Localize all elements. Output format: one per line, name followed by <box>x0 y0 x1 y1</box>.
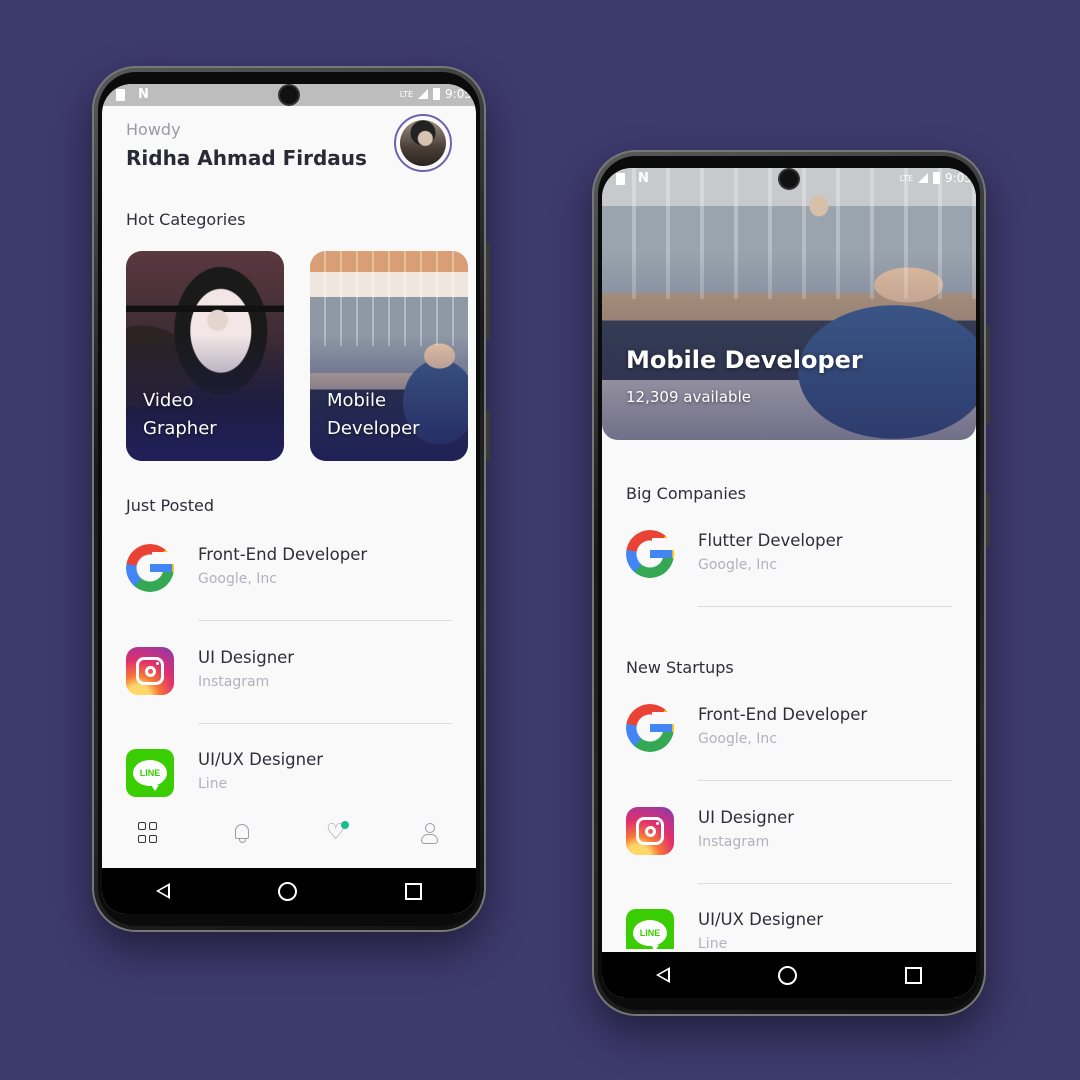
grid-icon[interactable] <box>137 822 160 844</box>
new-startups-title: New Startups <box>626 658 734 677</box>
n-icon: N <box>138 87 149 102</box>
android-navbar <box>602 952 976 998</box>
back-icon[interactable] <box>156 883 170 899</box>
detail-screen: Mobile Developer 12,309 available N LTE … <box>602 168 976 998</box>
phone-home: N LTE 9:05 Howdy Ridha Ahmad Firdaus Hot… <box>92 66 490 932</box>
notification-dot <box>340 821 349 829</box>
category-label: Video Grapher <box>143 390 217 440</box>
category-label: Mobile Developer <box>327 390 420 440</box>
job-title: UI Designer <box>698 808 795 827</box>
battery-icon <box>433 88 441 100</box>
job-title: Flutter Developer <box>698 531 843 550</box>
lte-label: LTE <box>899 173 914 183</box>
google-logo-icon <box>126 544 174 592</box>
divider <box>698 883 952 884</box>
avatar-button[interactable] <box>394 114 452 172</box>
job-company: Instagram <box>198 674 270 690</box>
divider <box>198 723 452 724</box>
hero-image: Mobile Developer 12,309 available <box>602 168 976 440</box>
job-title: Front-End Developer <box>698 705 868 724</box>
category-card-mobile-developer[interactable]: Mobile Developer <box>310 251 468 461</box>
list-item-job[interactable]: UI Designer Instagram <box>126 647 452 749</box>
power-button <box>486 410 490 462</box>
signal-icon <box>418 89 429 99</box>
battery-icon <box>933 172 941 184</box>
line-logo-text: LINE <box>133 760 167 791</box>
google-logo-icon <box>626 530 674 578</box>
list-item-job[interactable]: Front-End Developer Google, Inc <box>626 704 952 806</box>
line-logo-icon: LINE <box>126 749 174 797</box>
line-logo-text: LINE <box>633 920 667 949</box>
signal-icon <box>918 173 929 183</box>
bottom-tab-bar: ♡ <box>102 804 476 868</box>
hero-available-count: 12,309 available <box>626 388 751 406</box>
volume-button <box>986 326 990 424</box>
google-logo-icon <box>626 704 674 752</box>
power-button <box>986 494 990 546</box>
greeting-label: Howdy <box>126 120 181 139</box>
hero-title: Mobile Developer <box>626 346 863 374</box>
hot-categories-title: Hot Categories <box>126 210 246 229</box>
camera-icon <box>780 170 798 188</box>
android-navbar <box>102 868 476 914</box>
job-company: Line <box>198 776 228 792</box>
volume-button <box>486 242 490 340</box>
sim-icon <box>116 89 125 101</box>
list-item-job[interactable]: UI Designer Instagram <box>626 807 952 909</box>
just-posted-title: Just Posted <box>126 496 215 515</box>
hero-shade <box>602 249 976 440</box>
instagram-logo-icon <box>126 647 174 695</box>
list-item-job[interactable]: Flutter Developer Google, Inc <box>626 530 952 632</box>
job-company: Line <box>698 936 728 949</box>
job-title: Front-End Developer <box>198 545 368 564</box>
line-logo-icon: LINE <box>626 909 674 949</box>
instagram-logo-icon <box>626 807 674 855</box>
big-companies-title: Big Companies <box>626 484 746 503</box>
job-company: Instagram <box>698 834 770 850</box>
list-item-job[interactable]: LINE UI/UX Designer Line <box>626 909 952 949</box>
divider <box>698 780 952 781</box>
phone-frame: Mobile Developer 12,309 available N LTE … <box>598 156 980 1010</box>
recent-apps-icon[interactable] <box>405 882 422 900</box>
phone-detail: Mobile Developer 12,309 available N LTE … <box>592 150 990 1016</box>
lte-label: LTE <box>399 89 414 99</box>
list-item-job[interactable]: Front-End Developer Google, Inc <box>126 544 452 646</box>
job-company: Google, Inc <box>198 571 277 587</box>
job-title: UI/UX Designer <box>198 750 324 769</box>
sim-icon <box>616 173 625 185</box>
n-icon: N <box>638 171 649 186</box>
job-company: Google, Inc <box>698 731 777 747</box>
avatar <box>400 120 446 166</box>
camera-icon <box>280 86 298 104</box>
home-icon[interactable] <box>278 881 297 901</box>
recent-apps-icon[interactable] <box>905 966 922 984</box>
category-card-video-grapher[interactable]: Video Grapher <box>126 251 284 461</box>
back-icon[interactable] <box>656 967 670 983</box>
home-icon[interactable] <box>778 965 797 985</box>
divider <box>198 620 452 621</box>
job-company: Google, Inc <box>698 557 777 573</box>
job-title: UI Designer <box>198 648 295 667</box>
status-time: 9:05 <box>445 87 472 101</box>
heart-icon[interactable]: ♡ <box>325 821 349 844</box>
phone-frame: N LTE 9:05 Howdy Ridha Ahmad Firdaus Hot… <box>98 72 480 926</box>
status-time: 9:05 <box>945 171 972 185</box>
divider <box>698 606 952 607</box>
job-title: UI/UX Designer <box>698 910 824 929</box>
bell-icon[interactable] <box>231 822 253 844</box>
home-screen: N LTE 9:05 Howdy Ridha Ahmad Firdaus Hot… <box>102 84 476 914</box>
user-icon[interactable] <box>418 822 440 844</box>
user-name: Ridha Ahmad Firdaus <box>126 146 367 170</box>
